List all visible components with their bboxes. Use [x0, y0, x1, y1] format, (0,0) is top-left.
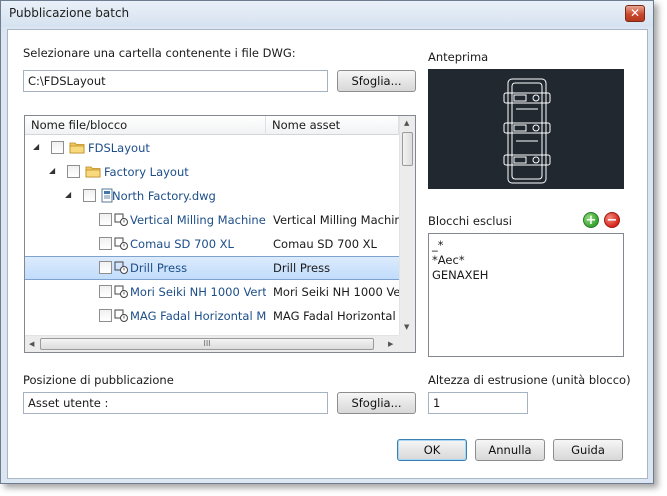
row-asset: Drill Press: [273, 261, 331, 275]
add-excluded-button[interactable]: +: [583, 212, 599, 228]
horizontal-scrollbar[interactable]: ◀ III ▶: [25, 335, 399, 352]
tree-row-block-selected[interactable]: Drill Press Drill Press: [25, 256, 399, 280]
excluded-item[interactable]: _*: [432, 238, 620, 253]
scroll-down-arrow-icon[interactable]: ▼: [404, 323, 409, 331]
tree-row-fdslayout[interactable]: ◢ FDSLayout: [25, 136, 399, 160]
folder-icon: [85, 166, 101, 178]
preview-pane: [428, 69, 624, 189]
row-name: Mori Seiki NH 1000 Verti: [130, 285, 266, 299]
row-checkbox[interactable]: [83, 189, 96, 202]
folder-browse-button[interactable]: Sfoglia...: [337, 70, 416, 92]
block-icon: [114, 285, 128, 298]
extrusion-height-input[interactable]: 1: [428, 392, 528, 414]
row-name: Drill Press: [130, 261, 188, 275]
scrollbar-corner: [399, 335, 415, 352]
scroll-up-arrow-icon[interactable]: ▲: [404, 119, 409, 127]
row-asset: Mori Seiki NH 1000 Ver: [273, 285, 399, 299]
excluded-item[interactable]: GENAXEH: [432, 268, 620, 283]
block-icon: [114, 237, 128, 250]
scroll-left-arrow-icon[interactable]: ◀: [29, 340, 34, 348]
block-icon: [114, 309, 128, 322]
folder-label: Selezionare una cartella contenente i fi…: [23, 46, 296, 60]
folder-icon: [69, 142, 85, 154]
tree-row-block[interactable]: Comau SD 700 XL Comau SD 700 XL: [25, 232, 399, 256]
publish-browse-button[interactable]: Sfoglia...: [337, 392, 416, 414]
row-checkbox[interactable]: [99, 213, 112, 226]
ok-button[interactable]: OK: [397, 439, 467, 461]
row-asset: MAG Fadal Horizontal M: [273, 309, 399, 323]
scroll-right-arrow-icon[interactable]: ▶: [388, 340, 393, 348]
row-name: North Factory.dwg: [112, 189, 216, 203]
remove-excluded-button[interactable]: −: [604, 212, 620, 228]
publish-location-input[interactable]: Asset utente :: [23, 392, 328, 414]
preview-drawing-image: [503, 78, 551, 184]
column-header-asset[interactable]: Nome asset: [266, 116, 399, 135]
tree-row-block[interactable]: Vertical Milling Machine Vertical Millin…: [25, 208, 399, 232]
expand-arrow-icon[interactable]: ◢: [49, 167, 57, 175]
row-name: MAG Fadal Horizontal M: [130, 309, 266, 323]
row-checkbox[interactable]: [99, 285, 112, 298]
block-icon: [114, 213, 128, 226]
preview-label: Anteprima: [428, 50, 489, 64]
vertical-scroll-thumb[interactable]: [402, 132, 413, 166]
tree-row-north-factory-dwg[interactable]: ◢ North Factory.dwg: [25, 184, 399, 208]
batch-publish-dialog: Pubblicazione batch ✕ Selezionare una ca…: [0, 0, 654, 484]
row-checkbox[interactable]: [99, 309, 112, 322]
row-checkbox[interactable]: [99, 261, 112, 274]
row-name: FDSLayout: [88, 141, 150, 155]
excluded-blocks-list[interactable]: _* *Aec* GENAXEH: [428, 233, 624, 357]
row-asset: Vertical Milling Machine: [273, 213, 399, 227]
row-checkbox[interactable]: [99, 237, 112, 250]
row-checkbox[interactable]: [67, 165, 80, 178]
column-header-name[interactable]: Nome file/blocco: [25, 116, 266, 135]
block-icon: [114, 261, 128, 274]
dialog-body: Selezionare una cartella contenente i fi…: [7, 29, 648, 479]
tree-row-block[interactable]: Mori Seiki NH 1000 Verti Mori Seiki NH 1…: [25, 280, 399, 304]
extrusion-height-label: Altezza di estrusione (unità blocco): [428, 373, 631, 387]
horizontal-scroll-thumb[interactable]: III: [40, 338, 374, 350]
close-button[interactable]: ✕: [625, 5, 645, 22]
excluded-blocks-label: Blocchi esclusi: [428, 214, 512, 228]
tree-row-block[interactable]: MAG Fadal Horizontal M MAG Fadal Horizon…: [25, 304, 399, 328]
row-checkbox[interactable]: [51, 141, 64, 154]
file-block-tree[interactable]: Nome file/blocco Nome asset ◢ FDSLayout …: [24, 115, 416, 353]
expand-arrow-icon[interactable]: ◢: [65, 191, 73, 199]
tree-header: Nome file/blocco Nome asset: [25, 116, 399, 135]
cancel-button[interactable]: Annulla: [475, 439, 545, 461]
row-name: Vertical Milling Machine: [130, 213, 266, 227]
publish-location-label: Posizione di pubblicazione: [23, 373, 174, 387]
row-name: Factory Layout: [104, 165, 189, 179]
title-bar: Pubblicazione batch ✕: [1, 1, 653, 27]
row-asset: Comau SD 700 XL: [273, 237, 377, 251]
vertical-scrollbar[interactable]: ▲ ▼: [399, 116, 415, 335]
window-title: Pubblicazione batch: [9, 6, 130, 20]
help-button[interactable]: Guida: [553, 439, 623, 461]
row-name: Comau SD 700 XL: [130, 237, 234, 251]
expand-arrow-icon[interactable]: ◢: [33, 143, 41, 151]
tree-row-factory-layout[interactable]: ◢ Factory Layout: [25, 160, 399, 184]
folder-path-input[interactable]: C:\FDSLayout: [23, 70, 328, 92]
excluded-item[interactable]: *Aec*: [432, 253, 620, 268]
